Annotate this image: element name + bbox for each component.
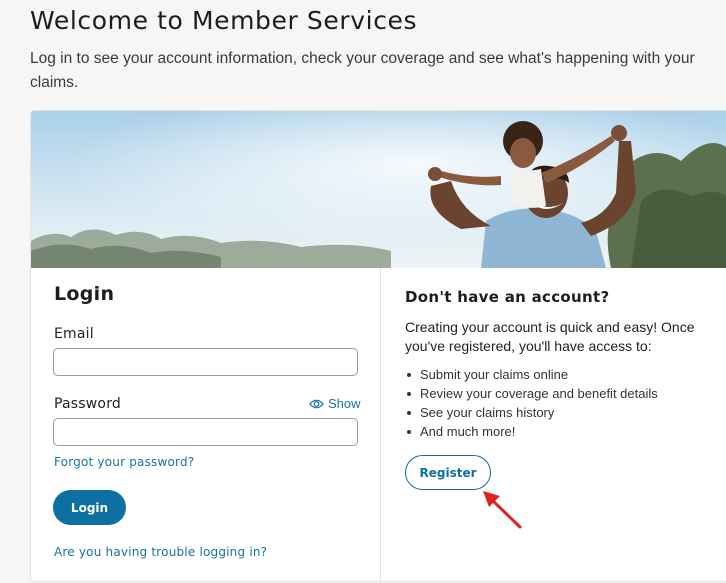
forgot-password-link[interactable]: Forgot your password? [54, 455, 194, 469]
register-panel: Don't have an account? Creating your acc… [381, 268, 726, 581]
arrow-annotation-icon [483, 491, 522, 529]
login-button[interactable]: Login [53, 490, 126, 525]
email-input[interactable] [53, 348, 358, 376]
register-button[interactable]: Register [405, 455, 491, 490]
eye-icon [309, 399, 324, 408]
register-title: Don't have an account? [405, 288, 610, 306]
list-item: Submit your claims online [405, 365, 658, 384]
show-password-label: Show [328, 396, 361, 411]
login-title: Login [54, 283, 115, 305]
hero-image [31, 111, 726, 268]
intro-text: Log in to see your account information, … [30, 50, 695, 91]
trouble-logging-in-link[interactable]: Are you having trouble logging in? [54, 545, 267, 559]
family-photo-icon [31, 111, 726, 268]
show-password-toggle[interactable]: Show [309, 396, 361, 411]
login-panel: Login Email Password Show Forgot your pa… [31, 268, 380, 581]
password-label: Password [54, 396, 121, 412]
list-item: And much more! [405, 422, 658, 441]
list-item: Review your coverage and benefit details [405, 384, 658, 403]
email-label: Email [54, 326, 94, 342]
page-title: Welcome to Member Services [30, 6, 418, 35]
password-input[interactable] [53, 418, 358, 446]
member-services-card: Login Email Password Show Forgot your pa… [30, 110, 726, 582]
list-item: See your claims history [405, 403, 658, 422]
register-description: Creating your account is quick and easy!… [405, 319, 695, 354]
benefits-list: Submit your claims online Review your co… [405, 365, 658, 441]
